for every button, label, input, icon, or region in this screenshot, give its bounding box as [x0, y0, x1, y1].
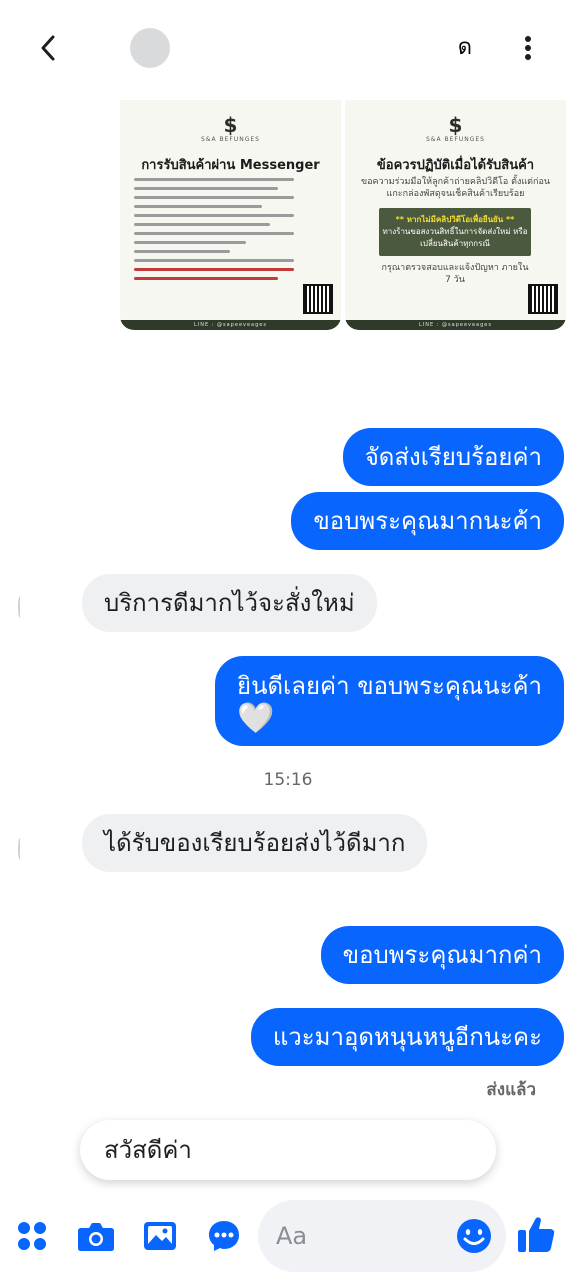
message-outgoing[interactable]: ยินดีเลยค่า ขอบพระคุณนะค้า 🤍 — [215, 656, 564, 746]
message-text: ยินดีเลยค่า ขอบพระคุณนะค้า — [237, 672, 542, 700]
image-footer: LINE : @sapeeveages — [345, 320, 566, 330]
contact-avatar[interactable] — [130, 28, 170, 68]
qr-code — [303, 284, 333, 314]
vertical-ellipsis-icon — [525, 36, 531, 60]
timestamp: 15:16 — [263, 770, 313, 790]
chat-extras-button[interactable] — [204, 1216, 244, 1256]
camera-button[interactable] — [76, 1216, 116, 1256]
message-input[interactable] — [276, 1218, 446, 1254]
image-title: ข้อควรปฏิบัติเมื่อได้รับสินค้า — [376, 158, 535, 173]
image-footer: LINE : @sapeeveages — [120, 320, 341, 330]
gallery-button[interactable] — [140, 1216, 180, 1256]
message-outgoing[interactable]: ขอบพระคุณมากนะค้า — [291, 492, 564, 550]
message-outgoing[interactable]: จัดส่งเรียบร้อยค่า — [342, 428, 564, 486]
back-button[interactable] — [30, 30, 66, 66]
message-incoming[interactable]: ได้รับของเรียบร้อยส่งไว้ดีมาก — [82, 814, 428, 872]
qr-code — [528, 284, 558, 314]
contact-name[interactable]: ด — [182, 32, 472, 64]
more-options-button[interactable] — [512, 30, 544, 66]
sent-status: ส่งแล้ว — [486, 1080, 536, 1100]
shared-image-delivery-guide[interactable]: $ S&A BEFUNGES การรับสินค้าผ่าน Messenge… — [120, 100, 341, 330]
quick-reply-chip[interactable]: สวัสดีค่า — [80, 1120, 496, 1180]
shared-image-receiving-guide[interactable]: $ S&A BEFUNGES ข้อควรปฏิบัติเมื่อได้รับส… — [345, 100, 566, 330]
chat-screen: ด $ S&A BEFUNGES การรับสินค้าผ่าน Messen… — [0, 0, 576, 1280]
image-warning-box: ** หากไม่มีคลิปวิดีโอเพื่อยืนยัน ** ทางร… — [379, 208, 531, 256]
message-outgoing[interactable]: ขอบพระคุณมากค่า — [320, 926, 564, 984]
menu-button[interactable] — [12, 1216, 52, 1256]
image-note: กรุณาตรวจสอบและแจ้งปัญหา ภายใน 7 วัน — [381, 263, 529, 285]
brand-logo: $ S&A BEFUNGES — [426, 113, 485, 143]
message-incoming[interactable]: บริการดีมากไว้จะสั่งใหม่ — [82, 574, 377, 632]
white-heart-emoji: 🤍 — [237, 701, 275, 736]
menu-dots-icon — [18, 1222, 46, 1250]
message-outgoing[interactable]: แวะมาอุดหนุนหนูอีกนะคะ — [250, 1008, 564, 1066]
message-input-container — [258, 1200, 506, 1272]
emoji-icon[interactable] — [456, 1218, 492, 1254]
chat-header: ด — [0, 0, 576, 100]
image-text-lines — [134, 178, 294, 286]
chevron-left-icon — [41, 35, 55, 61]
composer-bar — [0, 1196, 576, 1280]
chat-bubble-icon — [209, 1221, 239, 1251]
thumbs-up-icon[interactable] — [516, 1214, 556, 1254]
brand-logo: $ S&A BEFUNGES — [201, 113, 260, 143]
sender-avatar — [18, 596, 22, 618]
image-subtitle: ขอความร่วมมือให้ลูกค้าถ่ายคลิปวิดีโอ ตั้… — [360, 177, 551, 199]
camera-icon — [78, 1223, 114, 1251]
shared-images: $ S&A BEFUNGES การรับสินค้าผ่าน Messenge… — [120, 100, 566, 330]
image-title: การรับสินค้าผ่าน Messenger — [141, 158, 320, 173]
sender-avatar — [18, 838, 22, 860]
image-icon — [144, 1222, 176, 1250]
